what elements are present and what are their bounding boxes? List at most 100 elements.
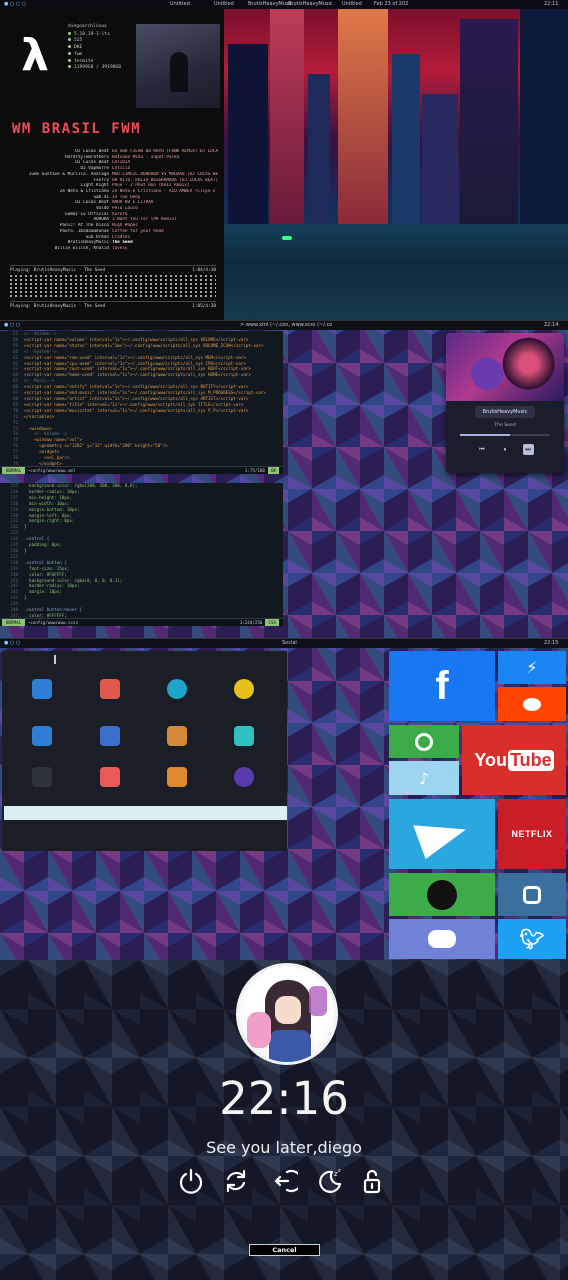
reboot-icon[interactable] xyxy=(222,1167,250,1195)
youtube-tube: Tube xyxy=(508,749,554,771)
terminal-icon[interactable] xyxy=(32,767,52,787)
fetch-line: termite xyxy=(74,58,94,64)
bar-status: Feb 23 of 202 xyxy=(374,1,409,7)
code-text: font-size: 15px; xyxy=(24,565,70,571)
now-playing-bar-2: Playing: BrutisHeavyMusic - The Seed 1:0… xyxy=(10,301,216,309)
code-text: <window name="vol"> xyxy=(24,437,82,443)
facebook-tile[interactable]: f xyxy=(389,651,495,721)
code-text: <script-var name="end-music" interval="1… xyxy=(24,390,267,396)
sleep-icon[interactable]: zz xyxy=(316,1167,344,1195)
lock-clock: 22:16 xyxy=(219,1072,349,1125)
pause-icon[interactable]: ⏸ xyxy=(500,444,511,455)
telegram-icon xyxy=(413,808,471,860)
instagram-icon xyxy=(523,885,541,904)
progress-bar[interactable] xyxy=(460,434,550,436)
whatsapp-icon xyxy=(415,732,433,751)
editor-scss[interactable]: 225 background-color: rgba(200, 200, 200… xyxy=(0,483,283,625)
search-cursor[interactable] xyxy=(54,655,56,664)
lock-icon[interactable] xyxy=(358,1167,386,1195)
traffic-light xyxy=(282,236,292,240)
album-art xyxy=(136,24,220,108)
goodbye-message: See you later,diego xyxy=(206,1138,362,1157)
app-launcher xyxy=(2,651,287,851)
netflix-logo: NETFLIX xyxy=(511,829,553,839)
desktop-screen-2: ● ○ ○ > www.xml (~/.con, www.scss (~/.co… xyxy=(0,320,568,638)
logout-icon[interactable] xyxy=(270,1167,298,1195)
building xyxy=(308,74,330,224)
next-icon[interactable]: ⏭ xyxy=(522,444,534,455)
tab-4[interactable]: Untitled xyxy=(342,0,362,9)
song-artist: Billie Eilish, Khalid xyxy=(54,245,109,251)
code-text: } xyxy=(24,595,27,601)
arch-logo: λ xyxy=(21,30,49,81)
instagram-tile[interactable] xyxy=(498,873,566,916)
avatar-bunny xyxy=(247,1012,271,1048)
screen-recorder-icon[interactable] xyxy=(100,679,120,699)
tab-0[interactable]: Untitled xyxy=(170,0,190,9)
files-icon[interactable] xyxy=(32,679,52,699)
code-text: margin-right: 0px; xyxy=(24,518,75,524)
tiktok-tile[interactable]: ♪ xyxy=(389,761,459,795)
code-text: margin-bottom: 10px; xyxy=(24,506,80,512)
code-text: <script-var name="cpu-used" interval="1s… xyxy=(24,360,246,366)
code-text: <!--Volume--> xyxy=(24,431,67,437)
chrome-icon[interactable] xyxy=(234,679,254,699)
song-row[interactable]: Billie Eilish, Khalid lovely xyxy=(12,246,222,252)
tab-2[interactable]: BrutisHeavyMusic xyxy=(248,0,293,9)
code-text: } xyxy=(24,524,27,530)
settings-icon[interactable] xyxy=(234,726,254,746)
code-text: .control { xyxy=(24,536,50,542)
code-text: padding: 0px; xyxy=(24,542,62,548)
code-text: <windows> xyxy=(24,425,52,431)
building xyxy=(270,0,304,224)
playback-time: 1:04/4:30 xyxy=(192,268,216,273)
netflix-tile[interactable]: NETFLIX xyxy=(498,799,566,869)
notifications-icon[interactable] xyxy=(100,726,120,746)
telegram-tile[interactable] xyxy=(389,799,495,869)
workspace-indicator[interactable]: ● ○ ○ xyxy=(4,639,20,648)
reddit-tile[interactable] xyxy=(498,687,566,721)
editor-xml[interactable]: 57 <!--Volume--> 58 <script-var name="volum… xyxy=(0,331,283,474)
previous-icon[interactable]: ⏮ xyxy=(477,444,488,455)
cancel-button[interactable]: Cancel xyxy=(249,1244,320,1256)
facebook-icon: f xyxy=(435,663,449,708)
tiktok-icon: ♪ xyxy=(418,768,430,788)
song-list: DJ Lucas Beat EU SOU FILHO DO RAYO (FUNK … xyxy=(12,149,222,252)
editor-statusline: NORMAL ~config/www/www.scss 1:244/256 CSS xyxy=(0,618,283,626)
workspace-indicator[interactable]: ● ○ ○ xyxy=(4,321,20,330)
code-text: <script-var name="volume" interval="1s">… xyxy=(24,336,249,342)
discord-tile[interactable] xyxy=(389,919,495,959)
playback-time: 1:05/4:30 xyxy=(192,304,216,309)
whatsapp-tile[interactable] xyxy=(389,725,459,758)
code-text: <!--Volume--> xyxy=(24,331,57,336)
tab-1[interactable]: Untitled xyxy=(214,0,234,9)
terminal-window[interactable]: λ diegoarchlinux 5.18.19-1-lts 525 DKE f… xyxy=(0,9,224,320)
window-manager-icon[interactable] xyxy=(32,726,52,746)
package-installer-icon[interactable] xyxy=(167,726,187,746)
bar-time: 22:15 xyxy=(544,640,559,646)
messenger-tile[interactable]: ⚡ xyxy=(498,651,566,684)
tab-3[interactable]: BrutisHeavyMusic xyxy=(288,0,333,9)
globe-icon[interactable] xyxy=(167,679,187,699)
power-off-icon[interactable] xyxy=(177,1167,205,1195)
code-text: min-height: 10px; xyxy=(24,494,72,500)
screenshot-icon[interactable] xyxy=(167,767,187,787)
code-text: .control button:hover { xyxy=(24,607,82,613)
bar-time: 22:11 xyxy=(544,1,559,7)
twitter-tile[interactable]: 🐦︎ xyxy=(498,919,566,959)
building xyxy=(422,94,458,224)
spotify-tile[interactable] xyxy=(389,873,495,916)
code-text: <widget> xyxy=(24,449,60,455)
svg-text:z: z xyxy=(338,1168,341,1174)
workspace-indicator[interactable]: ● ○ ○ ○ xyxy=(4,0,26,9)
building xyxy=(338,0,388,224)
audio-visualizer xyxy=(10,275,216,297)
code-text: <script-var name="home-used" interval="1… xyxy=(24,372,251,378)
file-path: ~config/www/www.scss xyxy=(27,620,79,625)
youtube-tile[interactable]: You Tube xyxy=(462,725,566,795)
brave-browser-icon[interactable] xyxy=(234,767,254,787)
code-text: <script-var name="notify" interval="1s">… xyxy=(24,384,249,390)
launcher-footer xyxy=(4,806,287,820)
avatar-face xyxy=(275,996,301,1024)
media-player-icon[interactable] xyxy=(100,767,120,787)
